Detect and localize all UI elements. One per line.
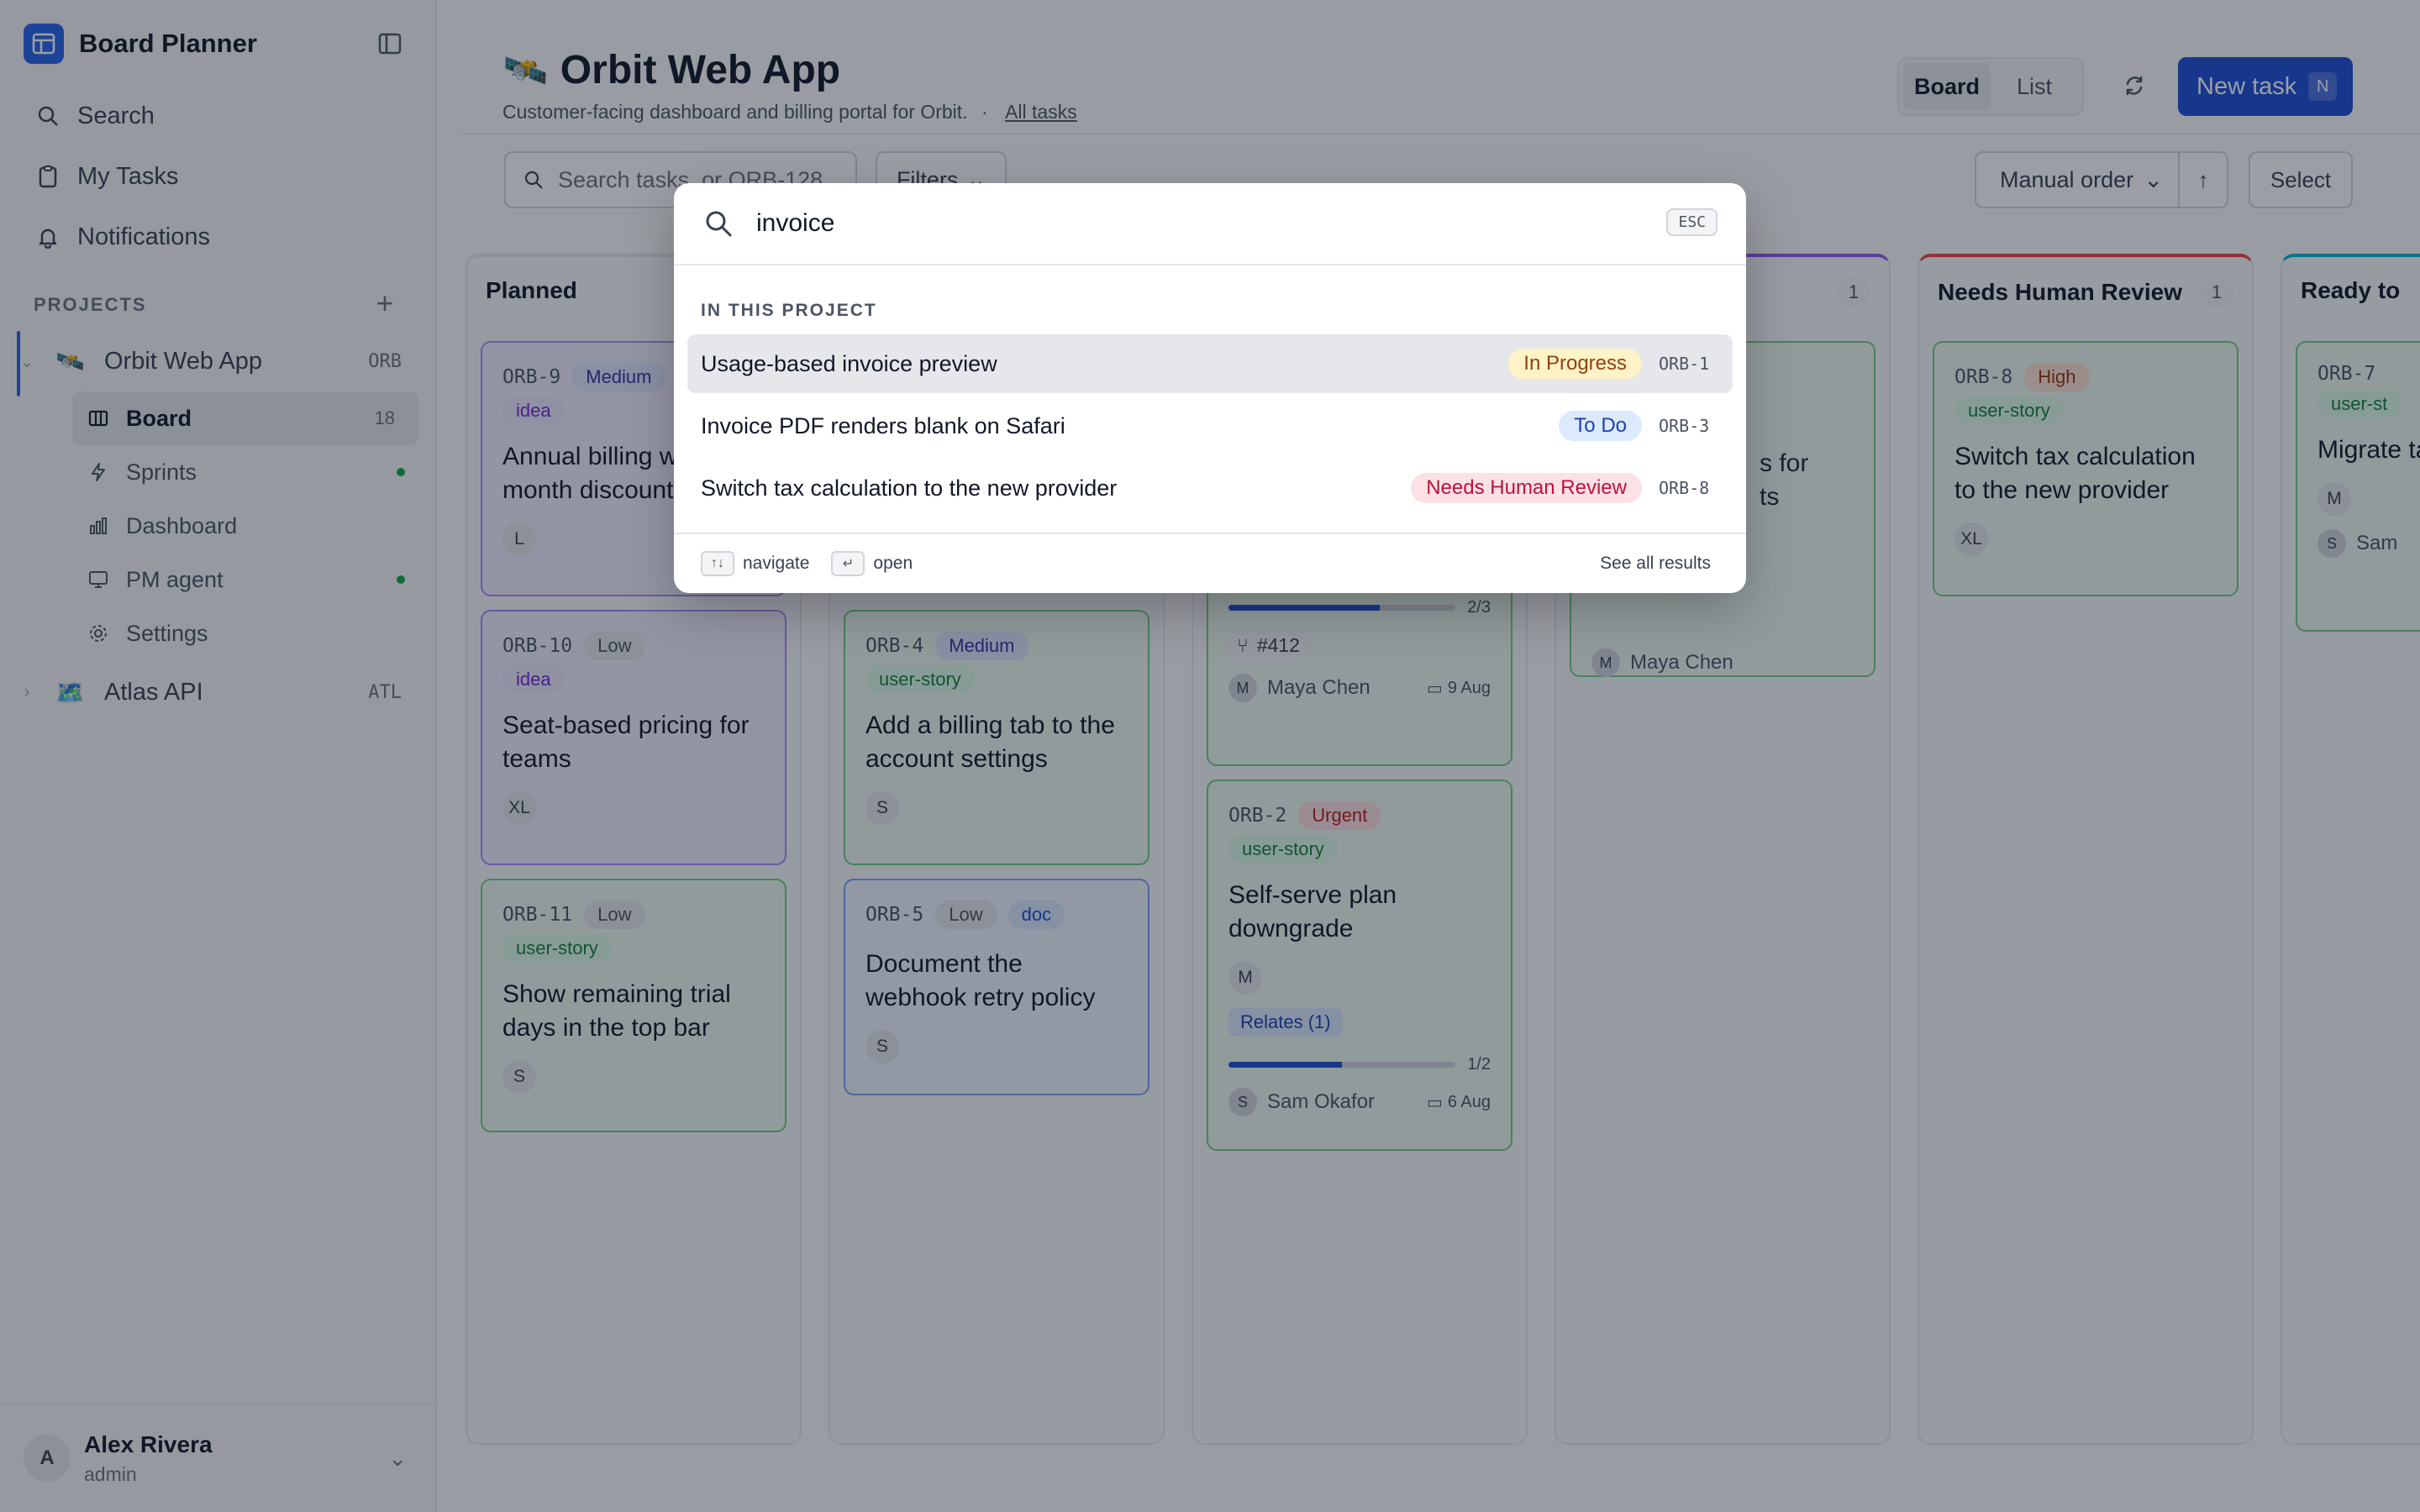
- enter-key-icon: ↵: [831, 551, 865, 576]
- navigate-label: navigate: [743, 554, 810, 573]
- esc-key-hint[interactable]: ESC: [1666, 208, 1718, 236]
- search-result[interactable]: Switch tax calculation to the new provid…: [687, 459, 1733, 517]
- palette-search-bar: ESC: [674, 183, 1746, 265]
- result-id: ORB-8: [1659, 478, 1710, 498]
- result-title: Invoice PDF renders blank on Safari: [701, 412, 1065, 438]
- search-result[interactable]: Invoice PDF renders blank on Safari To D…: [687, 396, 1733, 455]
- result-title: Usage-based invoice preview: [701, 350, 997, 376]
- palette-footer: ↑↓ navigate ↵ open See all results: [674, 533, 1746, 593]
- results-section-heading: IN THIS PROJECT: [701, 301, 877, 320]
- see-all-results-link[interactable]: See all results: [1600, 554, 1711, 574]
- status-badge: In Progress: [1508, 349, 1642, 379]
- result-title: Switch tax calculation to the new provid…: [701, 475, 1118, 501]
- palette-search-input[interactable]: [756, 209, 1597, 238]
- result-id: ORB-1: [1659, 354, 1710, 374]
- search-palette: ESC IN THIS PROJECT Usage-based invoice …: [674, 183, 1746, 593]
- search-result[interactable]: Usage-based invoice preview In Progress …: [687, 334, 1733, 393]
- navigate-hint: ↑↓ navigate: [701, 551, 809, 576]
- search-icon: [706, 211, 732, 237]
- open-label: open: [873, 554, 913, 573]
- status-badge: To Do: [1559, 411, 1642, 441]
- arrow-keys-icon: ↑↓: [701, 551, 734, 576]
- result-id: ORB-3: [1659, 416, 1710, 436]
- open-hint: ↵ open: [831, 551, 913, 576]
- status-badge: Needs Human Review: [1411, 473, 1642, 503]
